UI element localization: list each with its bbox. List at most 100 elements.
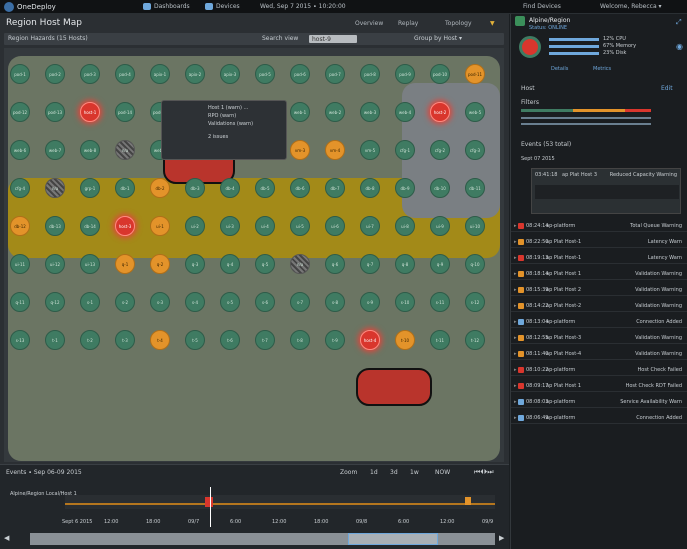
- map-node-ok[interactable]: web-6: [10, 140, 30, 160]
- map-node-ok[interactable]: ui-12: [45, 254, 65, 274]
- zoom-1d[interactable]: 1d: [370, 469, 378, 476]
- map-node-crit[interactable]: host-3: [115, 216, 135, 236]
- map-node-na[interactable]: n/a: [45, 178, 65, 198]
- map-node-ok[interactable]: t-1: [45, 330, 65, 350]
- timeline-track[interactable]: [65, 495, 495, 509]
- scroll-window[interactable]: [348, 533, 438, 545]
- zoom-3d[interactable]: 3d: [390, 469, 398, 476]
- map-node-ok[interactable]: pod-12: [10, 102, 30, 122]
- map-node-ok[interactable]: cfg-2: [430, 140, 450, 160]
- map-node-ok[interactable]: ui-13: [80, 254, 100, 274]
- expand-chevron-icon[interactable]: ▸: [514, 271, 517, 277]
- edit-link[interactable]: Edit: [661, 85, 673, 92]
- map-node-ok[interactable]: web-5: [465, 102, 485, 122]
- map-node-ok[interactable]: pod-9: [395, 64, 415, 84]
- map-node-ok[interactable]: apix-2: [185, 64, 205, 84]
- map-node-ok[interactable]: q-3: [185, 254, 205, 274]
- tab-topology[interactable]: Topology: [445, 20, 472, 27]
- expand-chevron-icon[interactable]: ▸: [514, 383, 517, 389]
- map-node-ok[interactable]: ui-2: [185, 216, 205, 236]
- map-node-ok[interactable]: ui-9: [430, 216, 450, 236]
- scroll-left-icon[interactable]: ◀: [4, 534, 9, 542]
- expand-chevron-icon[interactable]: ▸: [514, 303, 517, 309]
- map-node-ok[interactable]: pod-5: [255, 64, 275, 84]
- event-row[interactable]: ▸ 08:18:14 ap Plat Host 1 Validation Warnin…: [511, 268, 687, 280]
- event-row[interactable]: ▸ 08:22:50 ap Plat Host-1 Latency Warn: [511, 236, 687, 248]
- map-node-ok[interactable]: s-4: [185, 292, 205, 312]
- map-node-ok[interactable]: web-3: [360, 102, 380, 122]
- map-node-ok[interactable]: s-9: [360, 292, 380, 312]
- map-node-warn[interactable]: pod-11: [465, 64, 485, 84]
- expand-chevron-icon[interactable]: ▸: [514, 415, 517, 421]
- critical-group-2[interactable]: [356, 368, 432, 406]
- expand-chevron-icon[interactable]: ▸: [514, 351, 517, 357]
- zoom-1w[interactable]: 1w: [410, 469, 419, 476]
- event-row[interactable]: ▸ 08:13:04 ap-platform Connection Added: [511, 316, 687, 328]
- map-node-warn[interactable]: q-1: [115, 254, 135, 274]
- map-node-ok[interactable]: q-11: [10, 292, 30, 312]
- search-input[interactable]: host-9: [309, 35, 357, 43]
- map-node-crit[interactable]: host-4: [360, 330, 380, 350]
- event-row[interactable]: ▸ 08:19:13 ap Plat Host-1 Latency Warn: [511, 252, 687, 264]
- map-node-ok[interactable]: web-1: [290, 102, 310, 122]
- map-node-ok[interactable]: ui-5: [290, 216, 310, 236]
- expand-chevron-icon[interactable]: ▸: [514, 287, 517, 293]
- map-node-ok[interactable]: t-9: [325, 330, 345, 350]
- map-node-ok[interactable]: s-1: [80, 292, 100, 312]
- map-node-ok[interactable]: pod-1: [10, 64, 30, 84]
- map-node-ok[interactable]: web-4: [395, 102, 415, 122]
- map-node-ok[interactable]: q-9: [430, 254, 450, 274]
- map-node-ok[interactable]: pod-4: [115, 64, 135, 84]
- expand-chevron-icon[interactable]: ▸: [514, 255, 517, 261]
- event-detail-card[interactable]: 03:41:18 ap Plat Host 3 Reduced Capacity…: [531, 168, 681, 214]
- map-node-ok[interactable]: s-7: [290, 292, 310, 312]
- map-node-ok[interactable]: t-3: [115, 330, 135, 350]
- map-node-warn[interactable]: db-12: [10, 216, 30, 236]
- map-node-ok[interactable]: s-2: [115, 292, 135, 312]
- expand-chevron-icon[interactable]: ▸: [514, 239, 517, 245]
- nav-dashboards[interactable]: Dashboards: [154, 3, 190, 10]
- find-devices-link[interactable]: Find Devices: [523, 3, 561, 10]
- expand-chevron-icon[interactable]: ▸: [514, 319, 517, 325]
- user-menu[interactable]: Welcome, Rebecca ▾: [600, 3, 662, 10]
- timeline-zoom[interactable]: Zoom: [340, 469, 357, 476]
- map-node-warn[interactable]: vm-3: [290, 140, 310, 160]
- tab-replay[interactable]: Replay: [398, 20, 418, 27]
- event-row[interactable]: ▸ 08:11:40 ap Plat Host-4 Validation Warnin…: [511, 348, 687, 360]
- map-node-ok[interactable]: ui-3: [220, 216, 240, 236]
- map-node-warn[interactable]: t-4: [150, 330, 170, 350]
- scroll-right-icon[interactable]: ▶: [499, 534, 504, 542]
- map-node-ok[interactable]: pod-7: [325, 64, 345, 84]
- map-node-ok[interactable]: web-8: [80, 140, 100, 160]
- map-node-ok[interactable]: s-5: [220, 292, 240, 312]
- map-node-ok[interactable]: vm-5: [360, 140, 380, 160]
- map-node-ok[interactable]: pod-8: [360, 64, 380, 84]
- map-node-crit[interactable]: host-2: [430, 102, 450, 122]
- map-node-warn[interactable]: db-2: [150, 178, 170, 198]
- map-node-ok[interactable]: q-8: [395, 254, 415, 274]
- group-by-select[interactable]: Group by Host ▾: [414, 35, 462, 42]
- map-node-ok[interactable]: q-4: [220, 254, 240, 274]
- map-node-ok[interactable]: q-5: [255, 254, 275, 274]
- map-node-ok[interactable]: ui-11: [10, 254, 30, 274]
- map-node-ok[interactable]: db-3: [185, 178, 205, 198]
- map-node-ok[interactable]: db-6: [290, 178, 310, 198]
- map-node-ok[interactable]: db-4: [220, 178, 240, 198]
- details-link[interactable]: Details: [551, 66, 568, 72]
- event-row[interactable]: ▸ 08:15:39 ap Plat Host 2 Validation Warnin…: [511, 284, 687, 296]
- map-node-ok[interactable]: db-13: [45, 216, 65, 236]
- map-node-ok[interactable]: pod-3: [80, 64, 100, 84]
- map-node-ok[interactable]: web-7: [45, 140, 65, 160]
- map-node-ok[interactable]: apix-1: [150, 64, 170, 84]
- map-node-ok[interactable]: pod-6: [290, 64, 310, 84]
- filter-bar[interactable]: [521, 109, 651, 112]
- map-node-ok[interactable]: s-6: [255, 292, 275, 312]
- map-node-ok[interactable]: cfg-4: [10, 178, 30, 198]
- map-node-ok[interactable]: ui-10: [465, 216, 485, 236]
- event-row[interactable]: ▸ 08:10:22 ap-platform Host Check Failed: [511, 364, 687, 376]
- map-node-ok[interactable]: grp-1: [80, 178, 100, 198]
- event-row[interactable]: ▸ 08:06:49 ap-platform Connection Added: [511, 412, 687, 424]
- map-node-ok[interactable]: apix-3: [220, 64, 240, 84]
- map-node-ok[interactable]: db-8: [360, 178, 380, 198]
- map-node-ok[interactable]: t-6: [220, 330, 240, 350]
